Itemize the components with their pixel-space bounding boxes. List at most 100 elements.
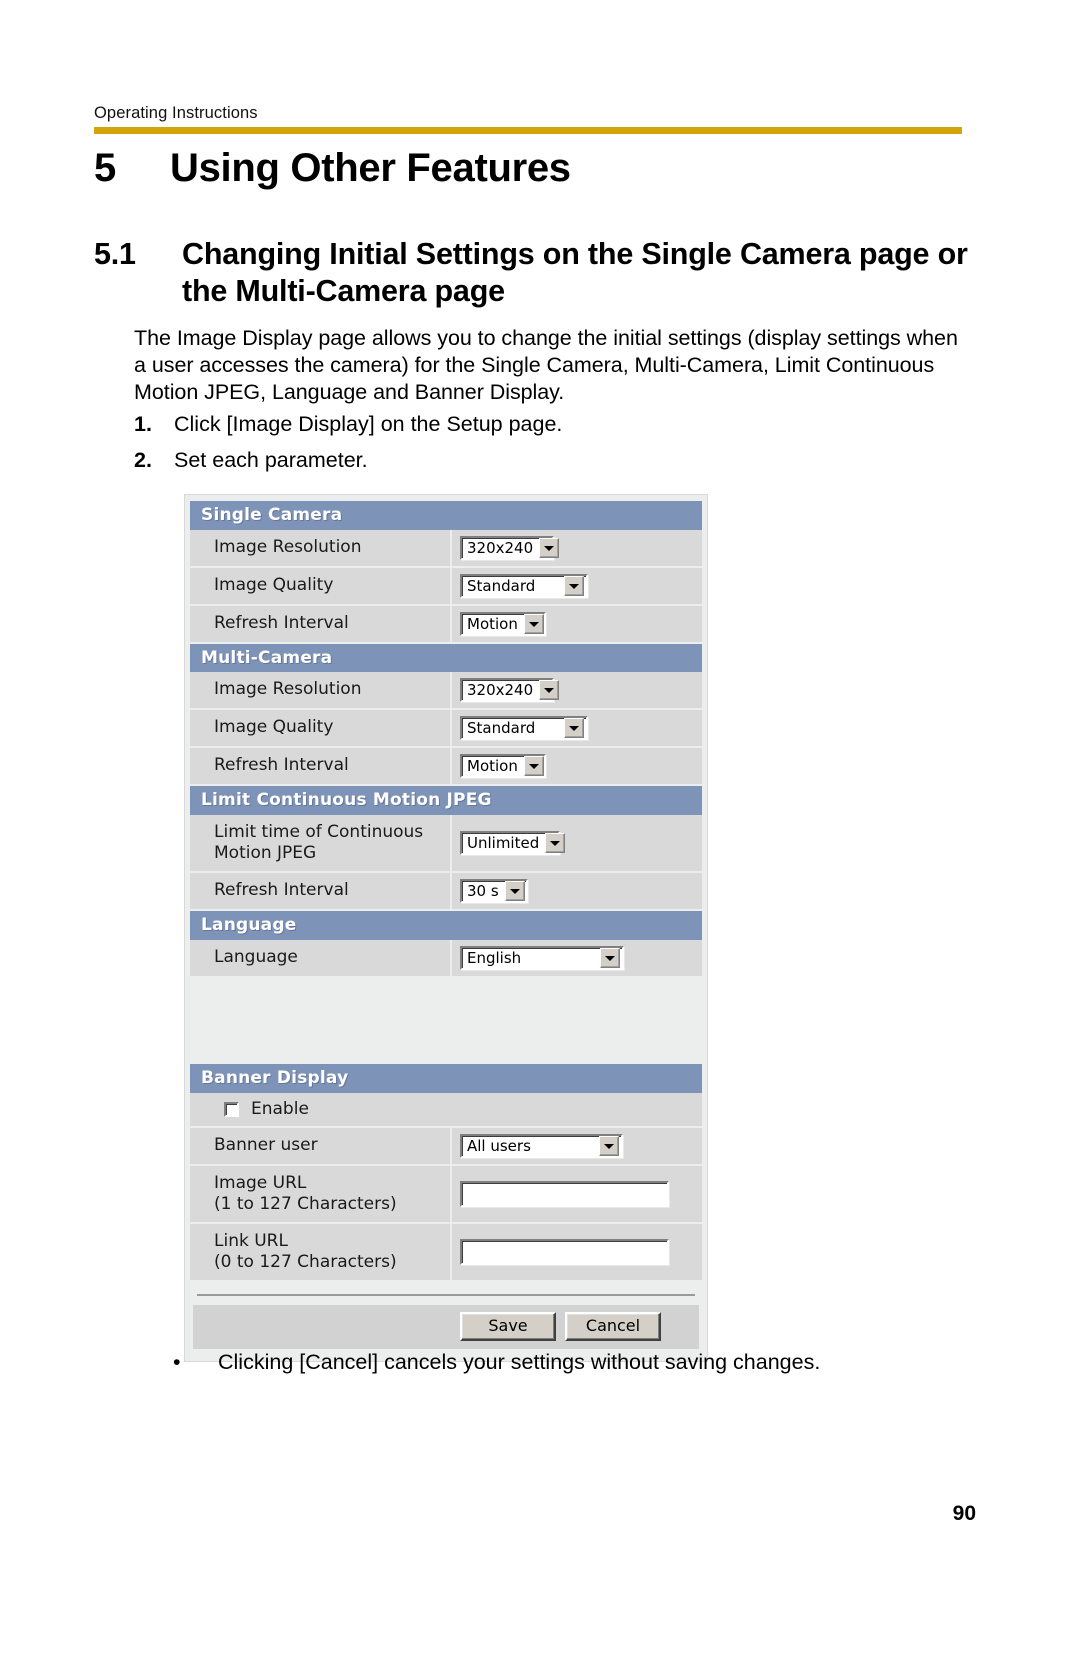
- steps-list: 1. Click [Image Display] on the Setup pa…: [134, 412, 964, 485]
- image-display-settings-panel: Single Camera Image Resolution 320x240 I…: [184, 494, 708, 1362]
- select-value: English: [467, 948, 522, 967]
- control-cell: 320x240: [452, 672, 702, 708]
- control-cell: Standard: [452, 710, 702, 746]
- step-item: 2. Set each parameter.: [134, 447, 964, 472]
- select-language[interactable]: English: [460, 945, 624, 970]
- chevron-down-icon: [539, 537, 560, 558]
- running-head: Operating Instructions: [94, 104, 258, 122]
- control-cell: Motion: [452, 606, 702, 642]
- section-number: 5.1: [94, 237, 136, 271]
- panel-button-bar: Save Cancel: [193, 1304, 699, 1349]
- select-value: 30 s: [467, 882, 499, 901]
- row-banner-enable: Enable: [190, 1092, 702, 1128]
- step-text: Click [Image Display] on the Setup page.: [174, 412, 563, 436]
- label-enable-cell: Enable: [190, 1093, 702, 1126]
- select-value: Motion: [467, 614, 518, 633]
- control-cell: Standard: [452, 568, 702, 604]
- control-cell: Unlimited: [452, 815, 702, 871]
- label-language: Language: [190, 939, 452, 976]
- select-multi-camera-refresh[interactable]: Motion: [460, 754, 546, 779]
- document-page: Operating Instructions 5 Using Other Fea…: [0, 0, 1080, 1669]
- chapter-heading: 5 Using Other Features: [94, 146, 974, 191]
- label-limit-time: Limit time of Continuous Motion JPEG: [190, 815, 452, 872]
- section-heading: 5.1 Changing Initial Settings on the Sin…: [94, 236, 974, 310]
- row-multi-camera-refresh-interval: Refresh Interval Motion: [190, 748, 702, 787]
- chevron-down-icon: [523, 756, 544, 777]
- label-image-resolution: Image Resolution: [190, 672, 452, 709]
- control-cell: All users: [452, 1128, 702, 1164]
- image-url-input[interactable]: [460, 1180, 669, 1207]
- select-multi-camera-quality[interactable]: Standard: [460, 716, 588, 741]
- intro-paragraph: The Image Display page allows you to cha…: [134, 326, 958, 405]
- panel-divider: [197, 1293, 695, 1296]
- chevron-down-icon: [545, 833, 566, 854]
- control-cell: Motion: [452, 748, 702, 784]
- label-refresh-interval: Refresh Interval: [190, 748, 452, 785]
- select-value: Motion: [467, 757, 518, 776]
- page-number: 90: [952, 1502, 976, 1525]
- label-link-url-line1: Link URL: [214, 1230, 288, 1251]
- chapter-title: Using Other Features: [170, 146, 571, 190]
- chevron-down-icon: [523, 613, 544, 634]
- label-image-quality: Image Quality: [190, 567, 452, 604]
- select-single-camera-refresh[interactable]: Motion: [460, 611, 546, 636]
- row-single-camera-refresh-interval: Refresh Interval Motion: [190, 605, 702, 644]
- select-single-camera-quality[interactable]: Standard: [460, 573, 588, 598]
- panel-spacer: [190, 977, 702, 1064]
- select-limit-refresh[interactable]: 30 s: [460, 879, 528, 904]
- row-single-camera-image-resolution: Image Resolution 320x240: [190, 529, 702, 568]
- step-number: 1.: [134, 412, 152, 436]
- save-button[interactable]: Save: [460, 1311, 556, 1341]
- select-multi-camera-resolution[interactable]: 320x240: [460, 678, 560, 703]
- label-banner-user: Banner user: [190, 1127, 452, 1164]
- label-limit-time-line2: Motion JPEG: [214, 843, 317, 864]
- select-value: Standard: [467, 719, 536, 738]
- label-image-url-line2: (1 to 127 Characters): [214, 1193, 397, 1214]
- row-language: Language English: [190, 939, 702, 978]
- cancel-button[interactable]: Cancel: [565, 1311, 661, 1341]
- step-text: Set each parameter.: [174, 447, 368, 472]
- row-banner-user: Banner user All users: [190, 1127, 702, 1166]
- group-header-banner-display: Banner Display: [190, 1063, 702, 1093]
- group-header-single-camera: Single Camera: [190, 501, 702, 530]
- chevron-down-icon: [599, 1135, 619, 1156]
- select-value: Standard: [467, 576, 536, 595]
- label-limit-time-line1: Limit time of Continuous: [214, 822, 424, 843]
- control-cell: [452, 1166, 702, 1222]
- select-value: 320x240: [467, 681, 534, 700]
- select-single-camera-resolution[interactable]: 320x240: [460, 535, 560, 560]
- step-item: 1. Click [Image Display] on the Setup pa…: [134, 412, 964, 436]
- link-url-input[interactable]: [460, 1238, 669, 1265]
- group-header-limit-continuous-motion-jpeg: Limit Continuous Motion JPEG: [190, 786, 702, 816]
- label-image-resolution: Image Resolution: [190, 529, 452, 566]
- chapter-number: 5: [94, 146, 116, 190]
- row-limit-refresh-interval: Refresh Interval 30 s: [190, 873, 702, 912]
- group-header-multi-camera: Multi-Camera: [190, 643, 702, 673]
- row-limit-time-of-continuous-motion-jpeg: Limit time of Continuous Motion JPEG Unl…: [190, 815, 702, 874]
- control-cell: [452, 1224, 702, 1280]
- label-link-url: Link URL (0 to 127 Characters): [190, 1223, 452, 1280]
- row-multi-camera-image-quality: Image Quality Standard: [190, 710, 702, 749]
- chevron-down-icon: [539, 680, 560, 701]
- control-cell: 320x240: [452, 530, 702, 566]
- control-cell: English: [452, 940, 702, 976]
- label-refresh-interval: Refresh Interval: [190, 605, 452, 642]
- chevron-down-icon: [504, 881, 525, 902]
- label-image-quality: Image Quality: [190, 710, 452, 747]
- select-limit-time[interactable]: Unlimited: [460, 831, 566, 856]
- checkbox-enable[interactable]: [224, 1101, 239, 1117]
- bullet-icon: •: [173, 1350, 181, 1374]
- label-image-url: Image URL (1 to 127 Characters): [190, 1165, 452, 1222]
- select-value: Unlimited: [467, 834, 540, 853]
- note-bullet-item: • Clicking [Cancel] cancels your setting…: [173, 1350, 973, 1375]
- checkbox-enable-wrap[interactable]: Enable: [190, 1093, 702, 1126]
- row-multi-camera-image-resolution: Image Resolution 320x240: [190, 672, 702, 711]
- section-title: Changing Initial Settings on the Single …: [182, 237, 968, 309]
- control-cell: 30 s: [452, 873, 702, 909]
- select-banner-user[interactable]: All users: [460, 1133, 623, 1158]
- label-image-url-line1: Image URL: [214, 1172, 307, 1193]
- chevron-down-icon: [564, 575, 584, 596]
- chevron-down-icon: [564, 718, 584, 739]
- step-number: 2.: [134, 447, 152, 472]
- chevron-down-icon: [600, 947, 620, 968]
